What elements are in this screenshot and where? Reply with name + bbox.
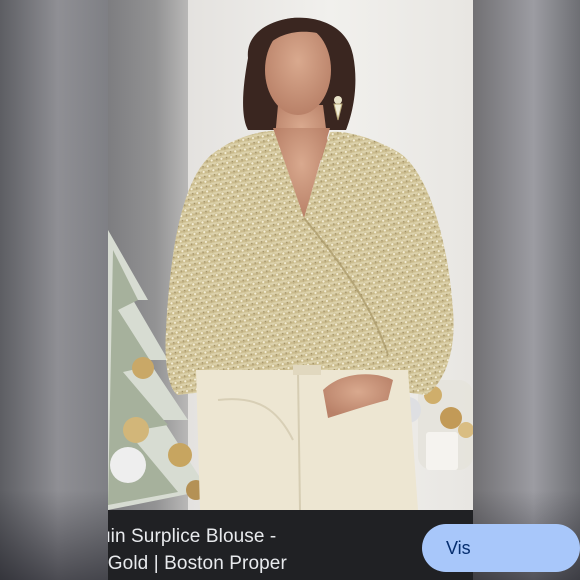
model-illustration [108, 17, 473, 510]
caption-title-line: uin Surplice Blouse - [108, 526, 277, 547]
caption-source-line: r/Gold | Boston Proper [108, 553, 287, 574]
caption-bar[interactable]: uin Surplice Blouse - r/Gold | Boston Pr… [108, 510, 473, 580]
visit-button[interactable]: Vis [422, 524, 580, 572]
product-photo[interactable] [108, 0, 473, 510]
visit-button-label: Vis [446, 538, 471, 558]
